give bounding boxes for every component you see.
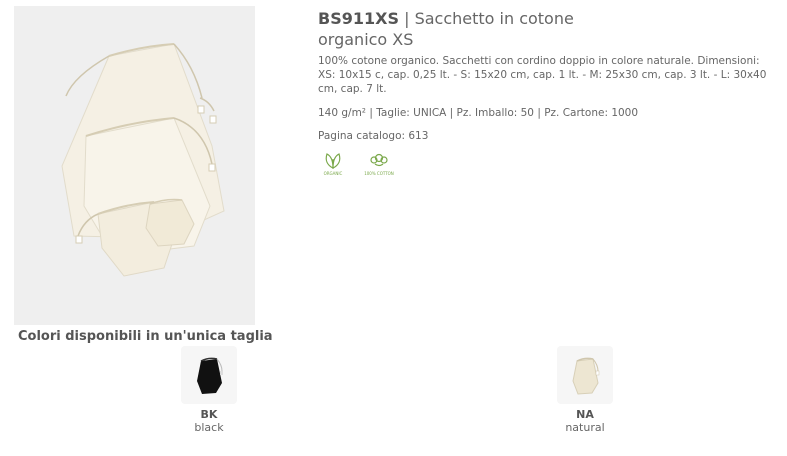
swatch-thumbnail xyxy=(181,346,237,404)
product-description: 100% cotone organico. Sacchetti con cord… xyxy=(318,55,767,95)
product-title: BS911XS | Sacchetto in cotone xyxy=(318,8,778,29)
product-specs: 140 g/m² | Taglie: UNICA | Pz. Imballo: … xyxy=(318,107,639,119)
catalog-page: Pagina catalogo: 613 xyxy=(318,130,429,142)
swatch-name: natural xyxy=(565,421,605,434)
title-separator: | xyxy=(404,9,410,28)
swatch-thumbnail xyxy=(557,346,613,404)
natural-bag-icon xyxy=(572,357,600,395)
organic-leaf-icon xyxy=(325,153,341,169)
color-swatch-na[interactable]: NA natural xyxy=(545,346,625,434)
swatch-code: BK xyxy=(200,408,218,421)
swatch-code: NA xyxy=(576,408,594,421)
organic-badge: ORGANIC xyxy=(318,150,348,176)
color-swatch-bk[interactable]: BK black xyxy=(169,346,249,434)
organic-caption: ORGANIC xyxy=(323,171,343,176)
product-name: Sacchetto in cotone xyxy=(414,9,574,28)
cotton-caption: 100% COTTON xyxy=(364,171,394,176)
cotton-flower-icon xyxy=(370,153,388,167)
product-name-line2: organico XS xyxy=(318,30,414,49)
product-info: BS911XS | Sacchetto in cotone organico X… xyxy=(318,8,778,176)
product-code: BS911XS xyxy=(318,9,399,28)
colors-title: Colori disponibili in un'unica taglia xyxy=(18,329,273,344)
black-bag-icon xyxy=(197,357,223,394)
swatch-name: black xyxy=(194,421,224,434)
product-image xyxy=(14,6,255,325)
certification-badges: ORGANIC 100% COTTON xyxy=(318,150,778,176)
cotton-badge: 100% COTTON xyxy=(364,150,394,176)
